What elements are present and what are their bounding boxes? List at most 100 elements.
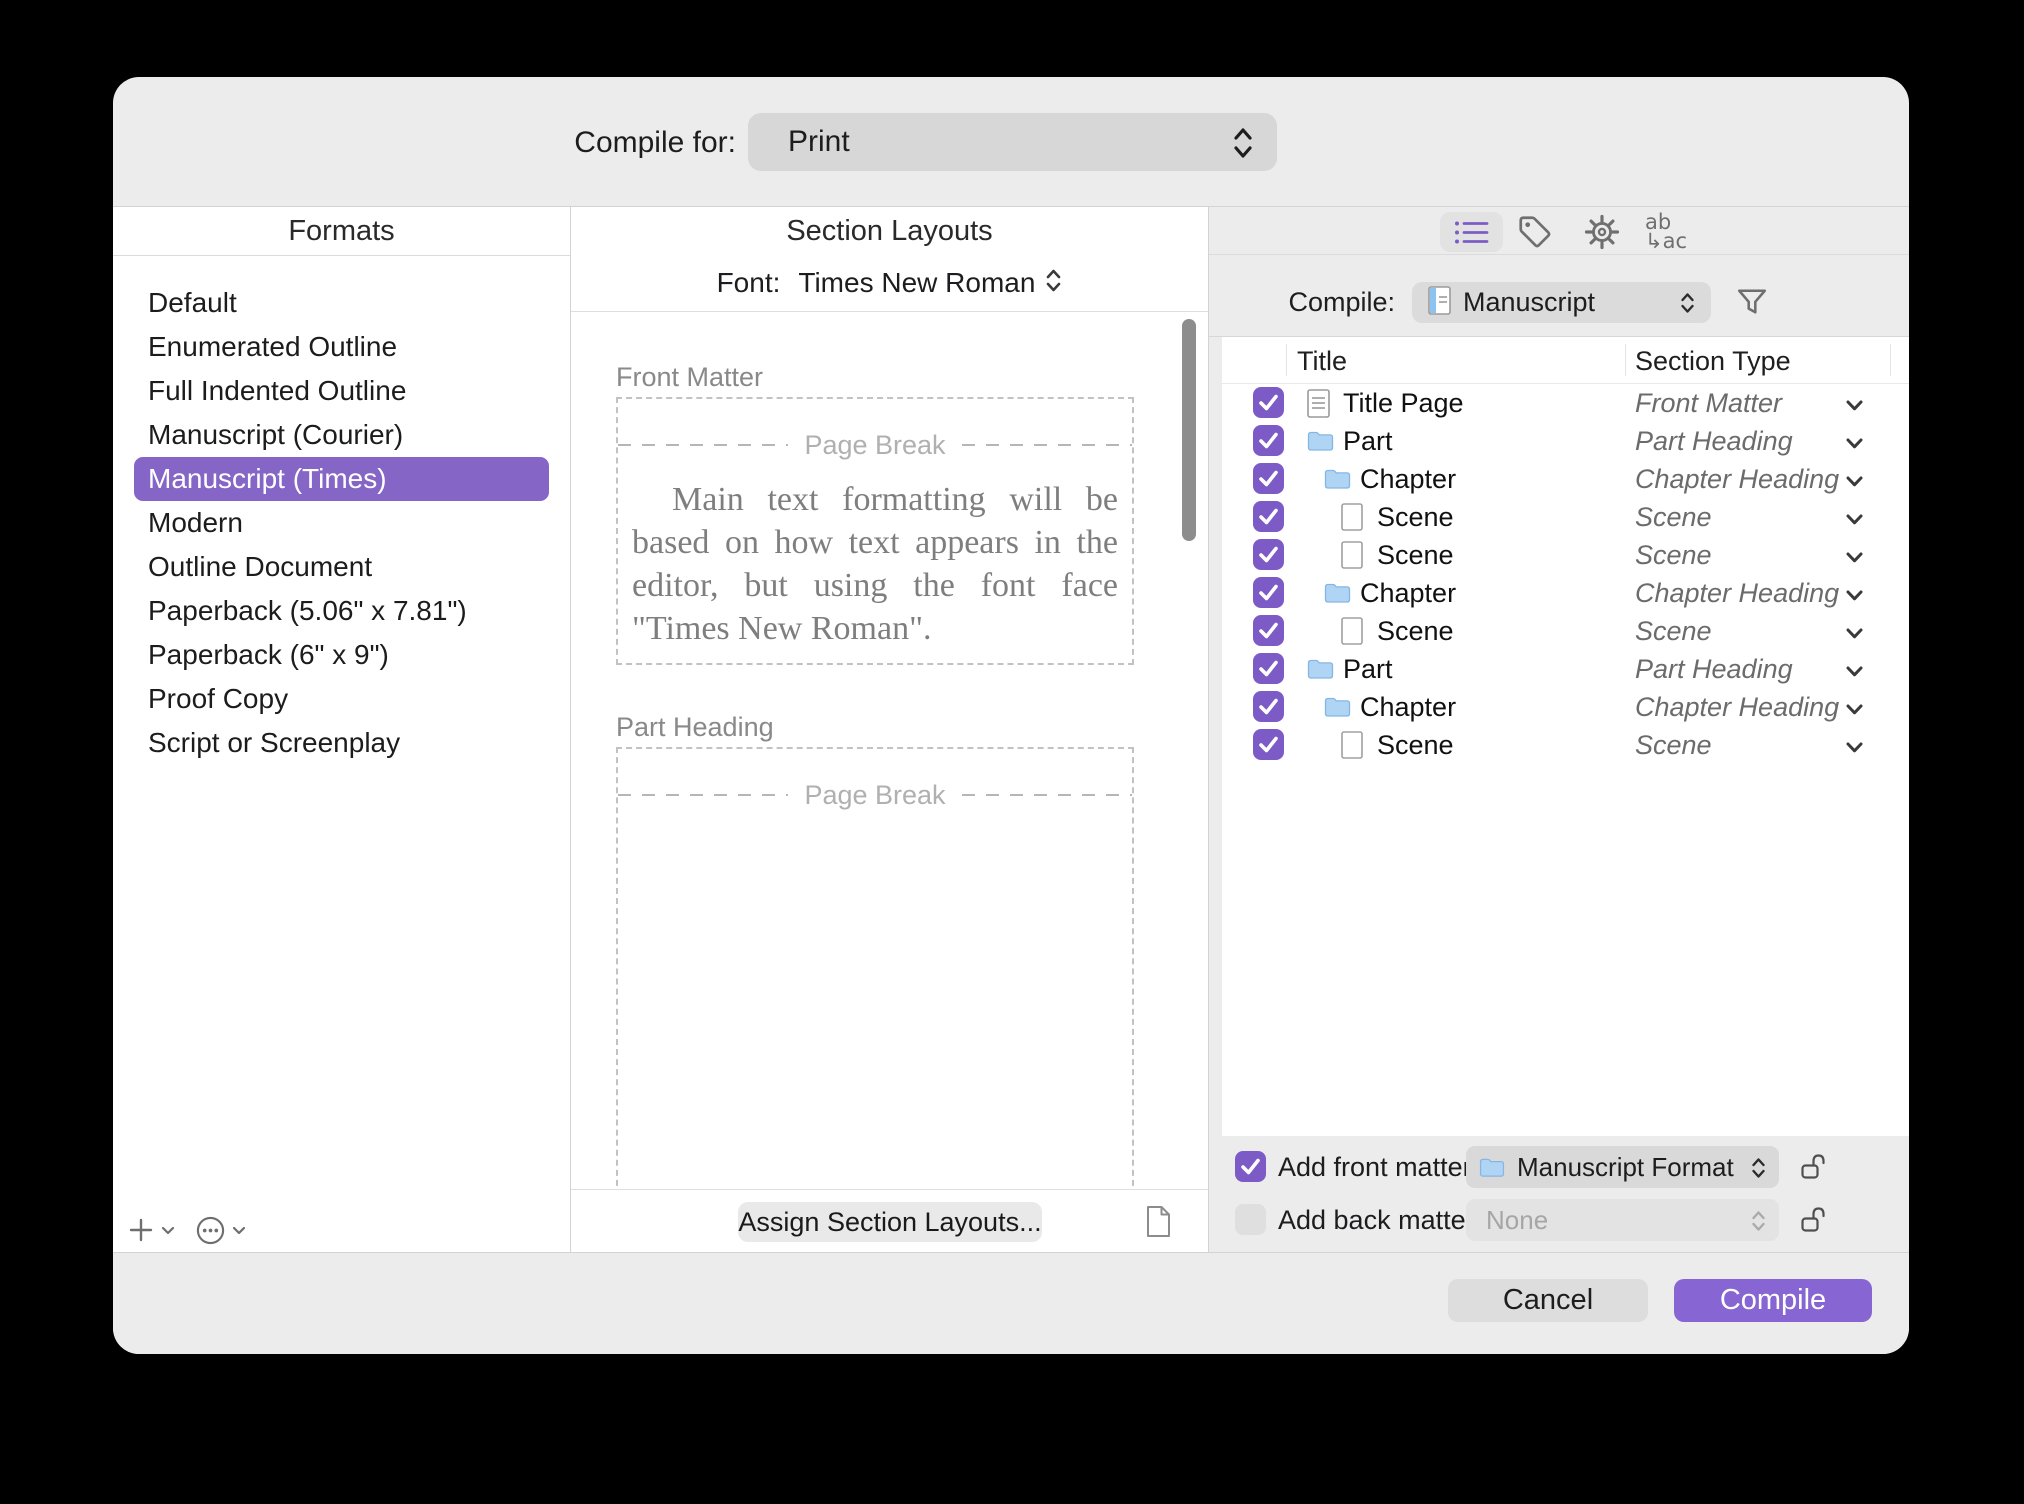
- folder-icon: [1324, 574, 1351, 612]
- format-item[interactable]: Modern: [134, 501, 549, 545]
- front-matter-select[interactable]: Manuscript Format: [1466, 1146, 1779, 1188]
- format-item[interactable]: Paperback (6" x 9"): [134, 633, 549, 677]
- row-section-type[interactable]: Part Heading: [1635, 650, 1793, 688]
- row-section-type[interactable]: Chapter Heading: [1635, 574, 1839, 612]
- row-checkbox[interactable]: [1253, 425, 1284, 456]
- sample-main-text: Main text formatting will be based on ho…: [632, 478, 1118, 650]
- format-item[interactable]: Full Indented Outline: [134, 369, 549, 413]
- format-item[interactable]: Paperback (5.06" x 7.81"): [134, 589, 549, 633]
- row-section-type[interactable]: Chapter Heading: [1635, 688, 1839, 726]
- format-item[interactable]: Outline Document: [134, 545, 549, 589]
- row-checkbox[interactable]: [1253, 463, 1284, 494]
- cancel-button[interactable]: Cancel: [1448, 1279, 1648, 1322]
- compile-button[interactable]: Compile: [1674, 1279, 1872, 1322]
- row-section-type[interactable]: Scene: [1635, 498, 1712, 536]
- new-layout-page-icon[interactable]: [1146, 1205, 1171, 1243]
- add-format-button[interactable]: [127, 1216, 175, 1244]
- binder-row[interactable]: Part Part Heading: [1222, 422, 1909, 460]
- filter-icon[interactable]: [1734, 284, 1770, 325]
- dialog-footer: Cancel Compile: [113, 1253, 1909, 1354]
- chevron-down-icon[interactable]: [1846, 512, 1863, 530]
- contents-table-rows: Title PageFront MatterPartPart HeadingCh…: [1222, 384, 1909, 764]
- chevron-up-down-icon: [1751, 1156, 1766, 1185]
- formats-panel: Formats DefaultEnumerated OutlineFull In…: [113, 207, 571, 1252]
- row-title: Chapter: [1360, 574, 1456, 612]
- unlock-icon[interactable]: [1800, 1205, 1826, 1241]
- row-title: Part: [1343, 650, 1393, 688]
- format-item[interactable]: Default: [134, 281, 549, 325]
- compile-group-select[interactable]: Manuscript: [1412, 282, 1711, 323]
- binder-row[interactable]: Scene Scene: [1222, 498, 1909, 536]
- section-layouts-footer: Assign Section Layouts...: [571, 1189, 1208, 1252]
- chevron-down-icon[interactable]: [1846, 398, 1863, 416]
- compile-for-value: Print: [788, 125, 850, 159]
- row-checkbox[interactable]: [1253, 653, 1284, 684]
- row-checkbox[interactable]: [1253, 615, 1284, 646]
- front-matter-label: Add front matter:: [1278, 1146, 1479, 1189]
- binder-row[interactable]: SceneScene: [1222, 536, 1909, 574]
- compile-dialog: Compile for: Print Formats DefaultEnumer…: [113, 77, 1909, 1354]
- formats-panel-title: Formats: [113, 207, 570, 256]
- layout-preview-front-matter[interactable]: Page Break Main text formatting will be …: [616, 397, 1134, 665]
- row-checkbox[interactable]: [1253, 729, 1284, 760]
- row-checkbox[interactable]: [1253, 691, 1284, 722]
- text-document-icon: [1307, 384, 1330, 422]
- format-item[interactable]: Proof Copy: [134, 677, 549, 721]
- replacements-icon[interactable]: ab↳ac: [1637, 212, 1695, 252]
- binder-row[interactable]: Title PageFront Matter: [1222, 384, 1909, 422]
- binder-row[interactable]: ChapterChapter Heading: [1222, 460, 1909, 498]
- contents-list-tab[interactable]: [1440, 212, 1503, 252]
- format-item[interactable]: Enumerated Outline: [134, 325, 549, 369]
- front-matter-checkbox[interactable]: [1235, 1151, 1266, 1182]
- chevron-down-icon[interactable]: [1846, 702, 1863, 720]
- format-item[interactable]: Script or Screenplay: [134, 721, 549, 765]
- font-select[interactable]: Times New Roman: [798, 267, 1035, 299]
- row-checkbox[interactable]: [1253, 577, 1284, 608]
- dialog-titlebar: Compile for: Print: [113, 77, 1909, 206]
- row-section-type[interactable]: Scene: [1635, 536, 1712, 574]
- binder-row[interactable]: SceneScene: [1222, 612, 1909, 650]
- chevron-down-icon[interactable]: [1846, 664, 1863, 682]
- assign-section-layouts-button[interactable]: Assign Section Layouts...: [738, 1202, 1042, 1242]
- back-matter-label: Add back matter:: [1278, 1199, 1482, 1242]
- row-checkbox[interactable]: [1253, 539, 1284, 570]
- back-matter-select[interactable]: None: [1466, 1199, 1779, 1241]
- row-section-type[interactable]: Part Heading: [1635, 422, 1793, 460]
- document-icon: [1341, 536, 1363, 574]
- row-section-type[interactable]: Scene: [1635, 612, 1712, 650]
- chevron-down-icon[interactable]: [1846, 740, 1863, 758]
- document-icon: [1341, 612, 1363, 650]
- tag-icon[interactable]: [1513, 212, 1557, 252]
- unlock-icon[interactable]: [1800, 1152, 1826, 1188]
- chevron-down-icon[interactable]: [1846, 474, 1863, 492]
- gear-icon[interactable]: [1579, 212, 1625, 252]
- binder-row[interactable]: Chapter Chapter Heading: [1222, 574, 1909, 612]
- binder-row[interactable]: Chapter Chapter Heading: [1222, 688, 1909, 726]
- row-section-type[interactable]: Scene: [1635, 726, 1712, 764]
- row-section-type[interactable]: Front Matter: [1635, 384, 1782, 422]
- back-matter-checkbox[interactable]: [1235, 1204, 1266, 1235]
- font-row: Font: Times New Roman: [571, 255, 1208, 312]
- chevron-down-icon[interactable]: [1846, 436, 1863, 454]
- row-title: Chapter: [1360, 688, 1456, 726]
- vertical-scrollbar[interactable]: [1182, 319, 1196, 541]
- row-section-type[interactable]: Chapter Heading: [1635, 460, 1839, 498]
- format-options-button[interactable]: [195, 1215, 246, 1246]
- row-checkbox[interactable]: [1253, 387, 1284, 418]
- format-item[interactable]: Manuscript (Courier): [134, 413, 549, 457]
- column-section-type: Section Type: [1635, 346, 1791, 377]
- compile-for-select[interactable]: Print: [748, 113, 1277, 171]
- row-title: Part: [1343, 422, 1393, 460]
- layout-preview-part-heading[interactable]: Page Break: [616, 747, 1134, 1191]
- front-matter-row: Add front matter: Manuscript Format: [1209, 1146, 1909, 1189]
- section-layouts-title: Section Layouts: [571, 207, 1208, 256]
- format-item[interactable]: Manuscript (Times): [134, 457, 549, 501]
- column-title: Title: [1297, 346, 1347, 377]
- chevron-down-icon[interactable]: [1846, 626, 1863, 644]
- binder-row[interactable]: SceneScene: [1222, 726, 1909, 764]
- chevron-down-icon[interactable]: [1846, 588, 1863, 606]
- chevron-down-icon[interactable]: [1846, 550, 1863, 568]
- row-checkbox[interactable]: [1253, 501, 1284, 532]
- row-title: Scene: [1377, 498, 1454, 536]
- binder-row[interactable]: Part Part Heading: [1222, 650, 1909, 688]
